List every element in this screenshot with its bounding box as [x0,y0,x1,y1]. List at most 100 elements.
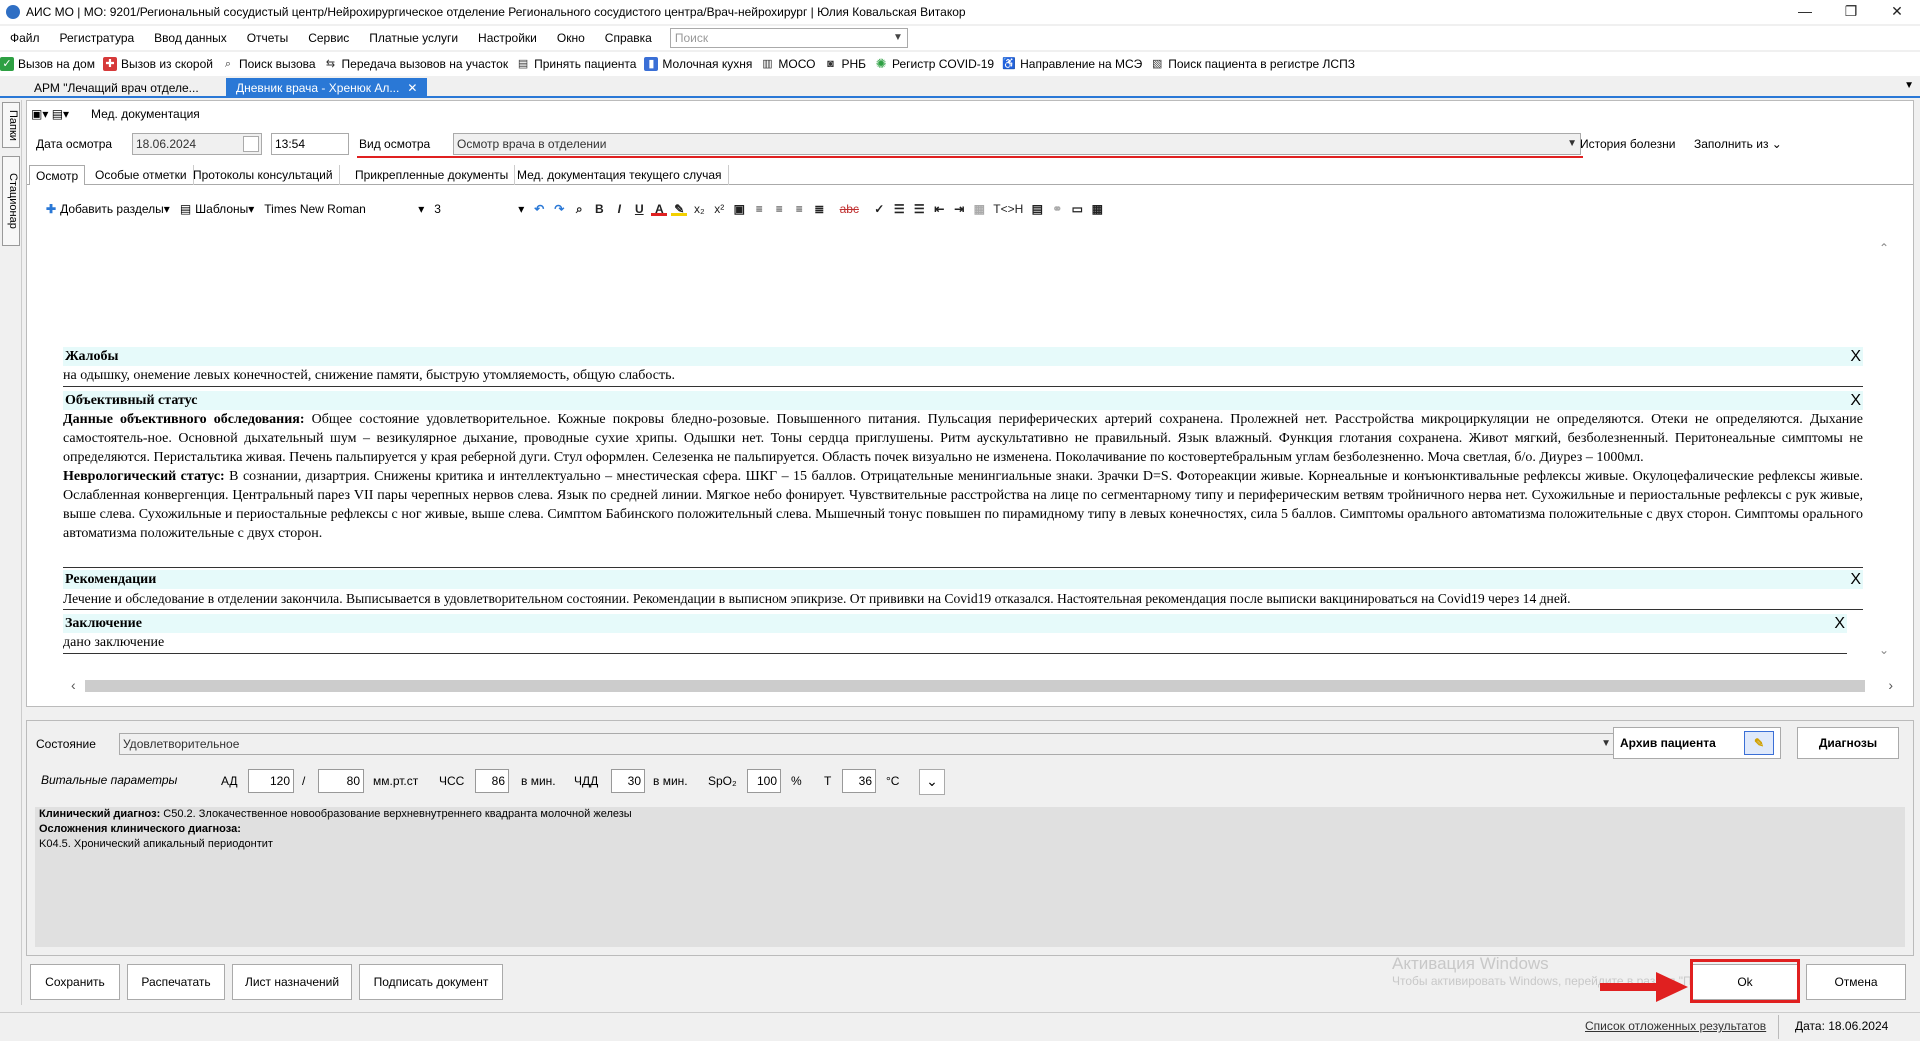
menu-paid-services[interactable]: Платные услуги [359,31,468,45]
image-icon[interactable]: ▣ [731,202,747,216]
side-tab-hospital[interactable]: Стационар [2,156,20,246]
menu-file[interactable]: Файл [0,31,50,45]
prescriptions-button[interactable]: Лист назначений [232,964,352,1000]
toolbar-covid-registry[interactable]: ✺ Регистр COVID-19 [874,57,995,72]
history-button[interactable]: История болезни [1580,137,1675,151]
font-size-select[interactable]: 3 ▾ [434,202,524,216]
tab-exam[interactable]: Осмотр [29,165,86,185]
deferred-results-link[interactable]: Список отложенных результатов [1585,1019,1766,1033]
scroll-thumb[interactable] [85,680,1865,692]
close-window-button[interactable]: ✕ [1874,0,1920,24]
underline-button[interactable]: U [631,202,647,216]
calendar-icon[interactable] [243,136,259,152]
find-icon[interactable]: ⌕ [571,202,587,216]
section-objective-body[interactable]: Данные объективного обследования: Общее … [63,410,1863,568]
bp-diastolic-input[interactable]: 80 [318,769,364,793]
close-tab-icon[interactable]: ✕ [407,81,417,95]
undo-icon[interactable]: ↶ [531,202,547,216]
font-select[interactable]: Times New Roman ▾ [264,202,424,216]
chevron-down-icon[interactable]: ▼ [1601,734,1611,754]
align-left-icon[interactable]: ≡ [751,202,767,216]
menu-help[interactable]: Справка [595,31,662,45]
subscript-button[interactable]: x₂ [691,202,707,216]
exam-type-select[interactable]: Осмотр врача в отделении ▼ [453,133,1581,155]
indent-decrease-icon[interactable]: ⇤ [931,202,947,216]
tab-consult-protocols[interactable]: Протоколы консультаций [187,165,340,185]
search-input[interactable]: Поиск ▼ [669,28,908,48]
sign-document-button[interactable]: Подписать документ [359,964,503,1000]
bold-button[interactable]: B [591,202,607,216]
maximize-button[interactable]: ❐ [1828,0,1874,24]
tab-arm[interactable]: АРМ "Лечащий врач отделе... [24,78,209,98]
copy-icon[interactable]: ▤ [1029,202,1045,216]
scroll-up-icon[interactable]: ⌃ [1879,241,1889,255]
minimize-button[interactable]: — [1782,0,1828,24]
toolbar-moso[interactable]: ▥ МОСО [760,57,815,71]
tab-doctor-diary[interactable]: Дневник врача - Хренюк Ал... ✕ [226,78,428,98]
bullet-list-icon[interactable]: ☰ [911,202,927,216]
align-center-icon[interactable]: ≡ [771,202,787,216]
toolbar-mse-referral[interactable]: ♿ Направление на МСЭ [1002,57,1142,71]
section-remove-button[interactable]: X [1850,570,1861,589]
patient-archive-button[interactable]: Архив пациента ✎ [1613,727,1781,759]
fill-from-button[interactable]: Заполнить из ⌄ [1694,137,1782,151]
section-conclusion-body[interactable]: дано заключение [63,633,1847,654]
redo-icon[interactable]: ↷ [551,202,567,216]
link-icon[interactable]: ⚭ [1049,202,1065,216]
align-right-icon[interactable]: ≡ [791,202,807,216]
field-icon[interactable]: ▭ [1069,202,1085,216]
scroll-down-icon[interactable]: ⌄ [1879,643,1889,657]
menu-reports[interactable]: Отчеты [237,31,298,45]
doc-icons[interactable]: ▣▾ ▤▾ [31,107,69,121]
rr-input[interactable]: 30 [611,769,645,793]
horizontal-scrollbar[interactable]: ‹ › [67,677,1897,693]
align-justify-icon[interactable]: ≣ [811,202,827,216]
bp-systolic-input[interactable]: 120 [248,769,294,793]
section-recommendations-body[interactable]: Лечение и обследование в отделении закон… [63,589,1863,610]
section-complaints-body[interactable]: на одышку, онемение левых конечностей, с… [63,366,1863,387]
scroll-right-icon[interactable]: › [1888,677,1893,693]
paste-icon[interactable]: ▦ [971,202,987,216]
cancel-button[interactable]: Отмена [1806,964,1906,1000]
numbered-list-icon[interactable]: ☰ [891,202,907,216]
print-button[interactable]: Распечатать [127,964,225,1000]
toolbar-ambulance-call[interactable]: ✚ Вызов из скорой [102,57,213,71]
time-field[interactable]: 13:54 [271,133,349,155]
toolbar-accept-patient[interactable]: ▤ Принять пациента [516,57,637,71]
italic-button[interactable]: I [611,202,627,216]
menu-window[interactable]: Окно [547,31,595,45]
menu-data-input[interactable]: Ввод данных [144,31,237,45]
menu-registry[interactable]: Регистратура [50,31,145,45]
hr-input[interactable]: 86 [475,769,509,793]
date-field[interactable]: 18.06.2024 [132,133,262,155]
side-tab-folders[interactable]: Папки [2,102,20,148]
section-remove-button[interactable]: X [1850,391,1861,410]
state-select[interactable]: Удовлетворительное ▼ [119,733,1615,755]
section-remove-button[interactable]: X [1834,614,1845,633]
chevron-down-icon[interactable]: ▼ [1567,134,1577,154]
add-sections-button[interactable]: ✚ Добавить разделы ▾ [46,202,170,216]
menu-settings[interactable]: Настройки [468,31,547,45]
table-icon[interactable]: ▦ [1089,202,1105,216]
section-remove-button[interactable]: X [1850,347,1861,366]
chevron-down-icon[interactable]: ▼ [893,29,903,47]
toolbar-search-call[interactable]: ⌕ Поиск вызова [221,57,316,71]
tab-special-marks[interactable]: Особые отметки [89,165,194,185]
tch-button[interactable]: T<>H [991,202,1025,216]
scroll-left-icon[interactable]: ‹ [71,677,76,693]
tab-current-case-docs[interactable]: Мед. документация текущего случая [511,165,729,185]
menu-service[interactable]: Сервис [298,31,359,45]
diagnoses-button[interactable]: Диагнозы [1797,727,1899,759]
temp-input[interactable]: 36 [842,769,876,793]
toolbar-milk-kitchen[interactable]: ▮ Молочная кухня [644,57,752,71]
spellcheck-icon[interactable]: ✓ [871,202,887,216]
spo2-input[interactable]: 100 [747,769,781,793]
templates-button[interactable]: ▤ Шаблоны ▾ [180,202,254,216]
toolbar-home-call[interactable]: ✓ Вызов на дом [0,57,95,71]
tab-attached-docs[interactable]: Прикрепленные документы [349,165,516,185]
vertical-scrollbar[interactable]: ⌃ ⌄ [1877,239,1893,659]
strikethrough-button[interactable]: abc [831,202,867,216]
toolbar-rnb[interactable]: ◙ РНБ [823,57,866,71]
superscript-button[interactable]: x² [711,202,727,216]
indent-increase-icon[interactable]: ⇥ [951,202,967,216]
